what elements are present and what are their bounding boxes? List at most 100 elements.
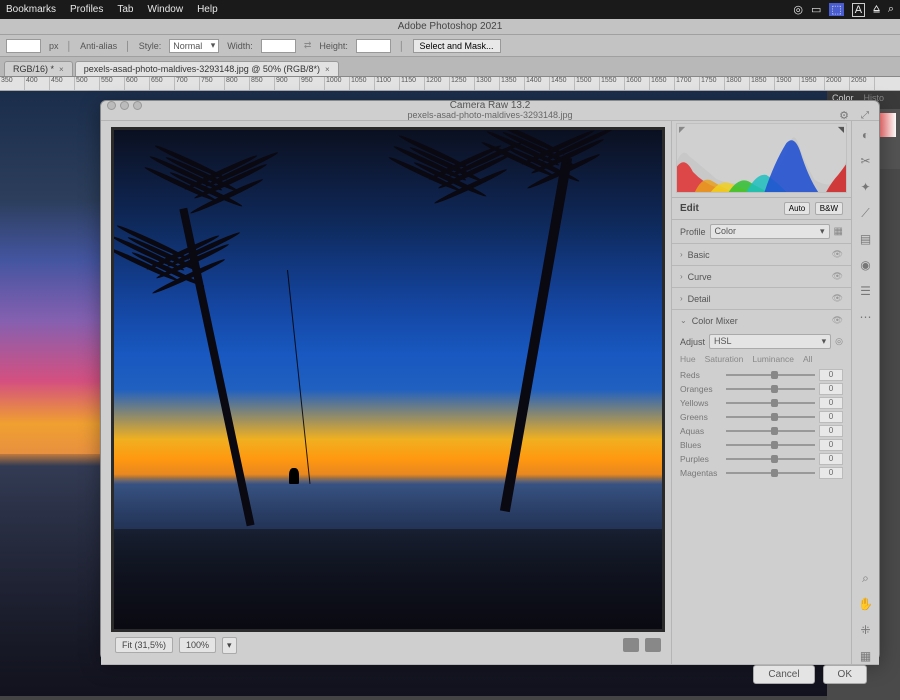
profile-select[interactable]: Color▾ [710, 224, 830, 239]
document-tab-1[interactable]: RGB/16) * × [4, 61, 73, 76]
curve-section[interactable]: › Curve 👁 [672, 265, 851, 287]
ruler-tick: 1650 [650, 77, 675, 90]
yellows-slider[interactable]: Yellows 0 [672, 396, 851, 410]
saturation-tab[interactable]: Saturation [705, 354, 744, 364]
basic-section[interactable]: › Basic 👁 [672, 243, 851, 265]
ruler-tick: 1950 [800, 77, 825, 90]
blues-slider[interactable]: Blues 0 [672, 438, 851, 452]
ruler-tick: 1250 [450, 77, 475, 90]
eye-icon[interactable]: 👁 [832, 293, 843, 304]
oranges-slider[interactable]: Oranges 0 [672, 382, 851, 396]
shadow-clip-icon[interactable]: ◤ [679, 125, 685, 134]
ruler-tick: 900 [275, 77, 300, 90]
preview-image[interactable] [114, 130, 662, 629]
edit-tool-icon[interactable]: ◐ [858, 127, 874, 143]
ruler-tick: 1750 [700, 77, 725, 90]
detail-section[interactable]: › Detail 👁 [672, 287, 851, 309]
select-and-mask-button[interactable]: Select and Mask... [413, 39, 501, 53]
expand-icon[interactable]: ⤢ [861, 110, 869, 121]
dialog-titlebar[interactable]: Camera Raw 13.2 [101, 101, 879, 110]
ruler-tick: 1600 [625, 77, 650, 90]
histogram[interactable]: ◤ ◥ [676, 123, 847, 193]
app-titlebar: Adobe Photoshop 2021 [0, 19, 900, 35]
chevron-right-icon: › [680, 250, 683, 259]
bw-button[interactable]: B&W [815, 202, 843, 215]
close-icon[interactable]: × [325, 65, 330, 74]
sampler-tool-icon[interactable]: ⁜ [858, 622, 874, 638]
wifi-icon[interactable]: ⩠ [873, 3, 880, 16]
ruler-tick: 650 [150, 77, 175, 90]
ruler-tick: 1850 [750, 77, 775, 90]
color-mixer-section[interactable]: ⌄ Color Mixer 👁 [672, 309, 851, 331]
zoom-100-button[interactable]: 100% [179, 637, 216, 653]
gradient-tool-icon[interactable]: ▤ [858, 231, 874, 247]
ruler-tick: 1500 [575, 77, 600, 90]
luminance-tab[interactable]: Luminance [752, 354, 794, 364]
eye-icon[interactable]: 👁 [832, 249, 843, 260]
reds-slider[interactable]: Reds 0 [672, 368, 851, 382]
zoom-tool-icon[interactable]: ⌕ [858, 570, 874, 586]
ruler-tick: 1150 [400, 77, 425, 90]
unit-field[interactable] [6, 39, 41, 53]
cc-icon[interactable]: ◎ [793, 3, 803, 16]
profile-browse-icon[interactable]: ▦ [834, 226, 843, 237]
zoom-dropdown[interactable]: ▾ [222, 637, 237, 654]
menu-profiles[interactable]: Profiles [70, 4, 103, 15]
eye-icon[interactable]: 👁 [832, 315, 843, 326]
ruler-tick: 400 [25, 77, 50, 90]
style-label: Style: [139, 41, 162, 51]
crop-tool-icon[interactable]: ✂ [858, 153, 874, 169]
target-adjust-icon[interactable]: ◎ [835, 336, 843, 347]
adjust-label: Adjust [680, 337, 705, 347]
chevron-right-icon: › [680, 294, 683, 303]
filename-label: pexels-asad-photo-maldives-3293148.jpg [407, 110, 572, 120]
menu-bookmarks[interactable]: Bookmarks [6, 4, 56, 15]
magentas-slider[interactable]: Magentas 0 [672, 466, 851, 480]
more-tool-icon[interactable]: ⋯ [858, 309, 874, 325]
document-tab-2[interactable]: pexels-asad-photo-maldives-3293148.jpg @… [75, 61, 339, 76]
height-field[interactable] [356, 39, 391, 53]
close-icon[interactable]: × [59, 65, 64, 74]
ruler-tick: 1800 [725, 77, 750, 90]
menu-window[interactable]: Window [148, 4, 184, 15]
width-field[interactable] [261, 39, 296, 53]
accessibility-icon[interactable]: A [852, 3, 865, 17]
adjust-select[interactable]: HSL▾ [709, 334, 831, 349]
brush-tool-icon[interactable]: ⟋ [858, 205, 874, 221]
cancel-button[interactable]: Cancel [753, 665, 814, 684]
search-icon[interactable]: ⌕ [888, 3, 894, 16]
options-bar: px │ Anti-alias │ Style: Normal▾ Width: … [0, 35, 900, 57]
anti-alias-checkbox[interactable]: Anti-alias [80, 41, 117, 51]
auto-button[interactable]: Auto [784, 202, 810, 215]
eye-icon[interactable]: 👁 [832, 271, 843, 282]
before-after-icon[interactable] [623, 638, 639, 652]
app-switch-icon[interactable]: ⬚ [829, 3, 843, 16]
ok-button[interactable]: OK [823, 665, 867, 684]
style-select[interactable]: Normal▾ [169, 39, 219, 53]
ruler-tick: 1300 [475, 77, 500, 90]
hue-tab[interactable]: Hue [680, 354, 696, 364]
grid-tool-icon[interactable]: ▦ [858, 648, 874, 664]
ruler-tick: 1050 [350, 77, 375, 90]
ruler-tick: 1700 [675, 77, 700, 90]
ruler-tick: 1000 [325, 77, 350, 90]
chevron-down-icon: ⌄ [680, 316, 687, 325]
all-tab[interactable]: All [803, 354, 812, 364]
purples-slider[interactable]: Purples 0 [672, 452, 851, 466]
tab-label: pexels-asad-photo-maldives-3293148.jpg @… [84, 64, 320, 74]
greens-slider[interactable]: Greens 0 [672, 410, 851, 424]
chevron-right-icon: › [680, 272, 683, 281]
menu-help[interactable]: Help [197, 4, 218, 15]
display-icon[interactable]: ▭ [811, 3, 821, 16]
redeye-tool-icon[interactable]: ◉ [858, 257, 874, 273]
hand-tool-icon[interactable]: ✋ [858, 596, 874, 612]
gear-icon[interactable]: ⚙ [839, 109, 849, 122]
swap-icon[interactable]: ⇄ [304, 40, 312, 51]
highlight-clip-icon[interactable]: ◥ [838, 125, 844, 134]
compare-icon[interactable] [645, 638, 661, 652]
menu-tab[interactable]: Tab [117, 4, 133, 15]
preset-tool-icon[interactable]: ☰ [858, 283, 874, 299]
zoom-fit-button[interactable]: Fit (31,5%) [115, 637, 173, 653]
aquas-slider[interactable]: Aquas 0 [672, 424, 851, 438]
heal-tool-icon[interactable]: ✦ [858, 179, 874, 195]
